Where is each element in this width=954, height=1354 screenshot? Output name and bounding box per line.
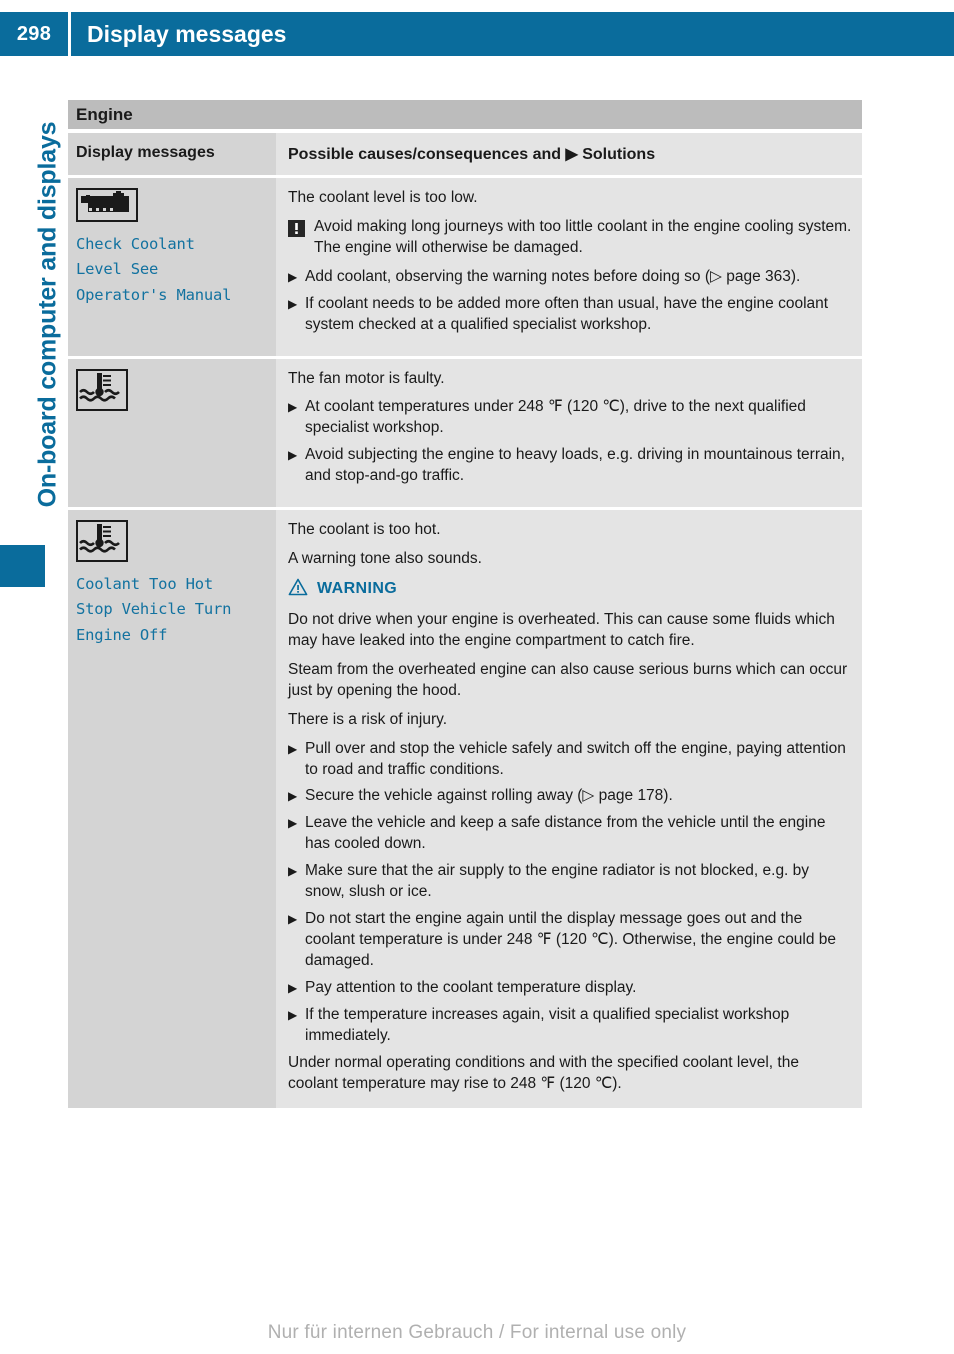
- solution-arrow-icon: ▶: [288, 1007, 298, 1022]
- solution-text: Pay attention to the coolant temperature…: [305, 978, 637, 996]
- page-header: 298 Display messages: [0, 12, 954, 56]
- solution-text: Secure the vehicle against rolling away …: [305, 787, 673, 805]
- display-message-line: Stop Vehicle Turn: [76, 600, 232, 619]
- solution-bullet: ▶ Secure the vehicle against rolling awa…: [288, 786, 852, 807]
- row-3-display-message-cell: Coolant Too Hot Stop Vehicle Turn Engine…: [68, 510, 276, 1109]
- solution-arrow-icon: ▶: [288, 448, 298, 463]
- table-header-row: Display messages Possible causes/consequ…: [68, 133, 862, 175]
- solution-text: Pull over and stop the vehicle safely an…: [305, 739, 846, 778]
- row-2-display-message-cell: [68, 358, 276, 508]
- warning-triangle-icon: [288, 578, 308, 601]
- chapter-side-tab-label: On-board computer and displays: [33, 121, 62, 508]
- solution-bullet: ▶ Add coolant, observing the warning not…: [288, 267, 852, 288]
- coolant-reservoir-icon: [76, 188, 138, 222]
- solution-text: Make sure that the air supply to the eng…: [305, 862, 810, 901]
- solution-text: Avoid subjecting the engine to heavy loa…: [305, 446, 845, 485]
- column-header-display-messages: Display messages: [68, 133, 276, 175]
- row-3-display-message-text: Coolant Too Hot Stop Vehicle Turn Engine…: [76, 572, 268, 648]
- solution-arrow-icon: ▶: [288, 912, 298, 927]
- column-header-causes-solutions: Possible causes/consequences and ▶ Solut…: [276, 133, 862, 175]
- table-row: Check Coolant Level See Operator's Manua…: [68, 178, 862, 356]
- row-1-display-message-text: Check Coolant Level See Operator's Manua…: [76, 232, 268, 308]
- warning-text: Do not drive when your engine is overhea…: [288, 610, 835, 649]
- solution-text: Add coolant, observing the warning notes…: [305, 267, 801, 285]
- solution-bullet: ▶ If coolant needs to be added more ofte…: [288, 294, 852, 336]
- section-band-engine: Engine: [68, 100, 862, 129]
- solution-bullet: ▶ At coolant temperatures under 248 ℉ (1…: [288, 397, 852, 439]
- table-row: The fan motor is faulty. ▶ At coolant te…: [68, 358, 862, 508]
- footer-internal-use-note: Nur für internen Gebrauch / For internal…: [267, 1322, 687, 1343]
- solution-bullet: ▶ Do not start the engine again until th…: [288, 909, 852, 972]
- exclamation-box-icon: [288, 219, 305, 237]
- display-message-line: Engine Off: [76, 625, 168, 644]
- cause-text: The coolant is too hot.: [288, 521, 441, 539]
- solution-arrow-icon: ▶: [288, 864, 298, 879]
- display-message-line: Level See: [76, 260, 159, 279]
- warning-text: Steam from the overheated engine can als…: [288, 660, 848, 699]
- chapter-side-tab-marker: [0, 545, 45, 587]
- display-messages-table: Engine Display messages Possible causes/…: [68, 100, 862, 1111]
- row-1-display-message-cell: Check Coolant Level See Operator's Manua…: [68, 178, 276, 356]
- row-1-solutions-cell: The coolant level is too low. Avoid maki…: [276, 178, 862, 356]
- warning-label: WARNING: [317, 580, 398, 598]
- solution-bullet: ▶ If the temperature increases again, vi…: [288, 1005, 852, 1047]
- solution-bullet: ▶ Make sure that the air supply to the e…: [288, 861, 852, 903]
- display-message-line: Operator's Manual: [76, 285, 232, 304]
- solution-text: If coolant needs to be added more often …: [305, 294, 829, 333]
- important-note-text: Avoid making long journeys with too litt…: [314, 217, 852, 256]
- solution-arrow-icon: ▶: [288, 296, 298, 311]
- solution-text: Leave the vehicle and keep a safe distan…: [305, 814, 826, 853]
- closing-note-text: Under normal operating conditions and wi…: [288, 1053, 799, 1092]
- solution-arrow-icon: ▶: [288, 789, 298, 804]
- solution-arrow-icon: ▶: [288, 269, 298, 284]
- important-note: Avoid making long journeys with too litt…: [288, 217, 852, 259]
- cause-text: The coolant level is too low.: [288, 189, 478, 206]
- solution-text: At coolant temperatures under 248 ℉ (120…: [305, 398, 806, 437]
- solution-text: If the temperature increases again, visi…: [305, 1005, 790, 1044]
- warning-text: There is a risk of injury.: [288, 710, 448, 728]
- warning-heading: WARNING: [288, 578, 852, 601]
- solution-arrow-icon: ▶: [288, 741, 298, 756]
- cause-text: The fan motor is faulty.: [288, 369, 445, 387]
- solution-bullet: ▶ Leave the vehicle and keep a safe dist…: [288, 813, 852, 855]
- solution-bullet: ▶ Avoid subjecting the engine to heavy l…: [288, 445, 852, 487]
- solution-bullet: ▶ Pay attention to the coolant temperatu…: [288, 978, 852, 999]
- row-2-solutions-cell: The fan motor is faulty. ▶ At coolant te…: [276, 358, 862, 508]
- table-row: Coolant Too Hot Stop Vehicle Turn Engine…: [68, 510, 862, 1109]
- coolant-temperature-icon: [76, 368, 128, 411]
- display-message-line: Check Coolant: [76, 235, 195, 253]
- solution-bullet: ▶ Pull over and stop the vehicle safely …: [288, 739, 852, 781]
- solution-arrow-icon: ▶: [288, 980, 298, 995]
- display-message-line: Coolant Too Hot: [76, 575, 213, 594]
- solution-arrow-icon: ▶: [288, 400, 298, 415]
- page-title: Display messages: [87, 20, 287, 47]
- solution-text: Do not start the engine again until the …: [305, 910, 837, 969]
- coolant-temperature-icon: [76, 520, 128, 563]
- solution-arrow-icon: ▶: [288, 816, 298, 831]
- cause-text: A warning tone also sounds.: [288, 550, 482, 568]
- row-3-solutions-cell: The coolant is too hot. A warning tone a…: [276, 510, 862, 1109]
